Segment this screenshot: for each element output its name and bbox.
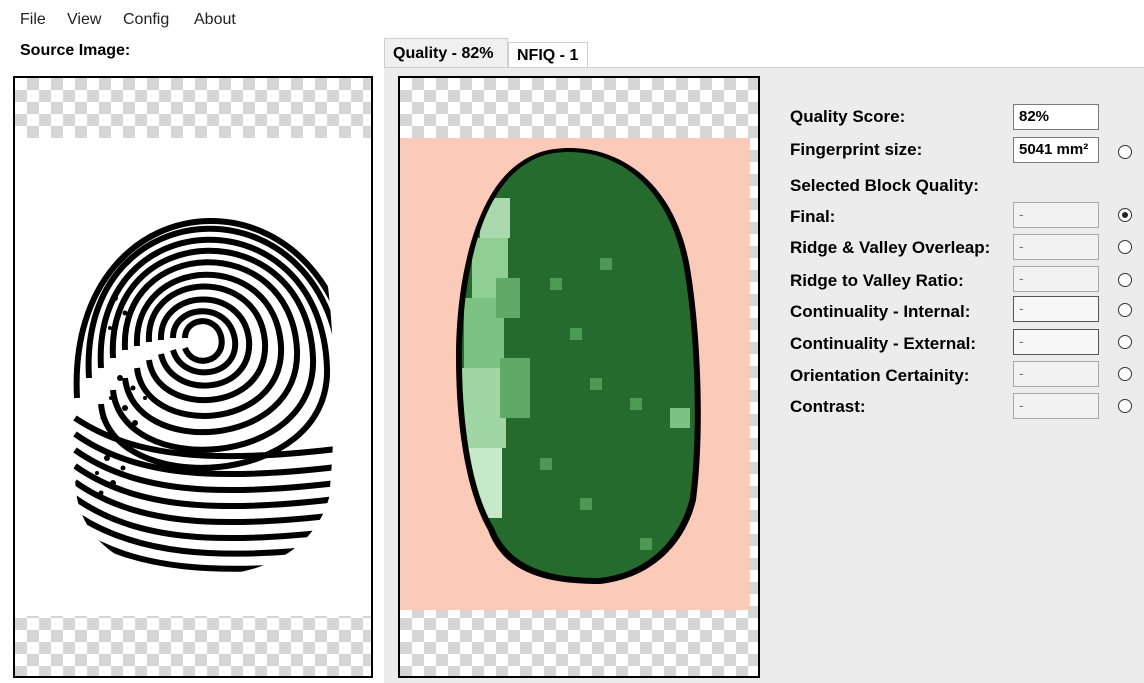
ridge-valley-ratio-field[interactable]: - bbox=[1013, 266, 1099, 292]
fingerprint-size-label: Fingerprint size: bbox=[790, 140, 923, 159]
fingerprint-image bbox=[71, 152, 335, 576]
selected-block-quality-label: Selected Block Quality: bbox=[790, 176, 979, 195]
ridge-valley-overleap-label: Ridge & Valley Overleap: bbox=[790, 238, 991, 257]
continuality-internal-radio[interactable] bbox=[1118, 303, 1132, 317]
tab-quality[interactable]: Quality - 82% bbox=[384, 38, 508, 68]
quality-score-field[interactable]: 82% bbox=[1013, 104, 1099, 130]
fingerprint-size-field[interactable]: 5041 mm² bbox=[1013, 137, 1099, 163]
orientation-certainity-radio[interactable] bbox=[1118, 367, 1132, 381]
final-label: Final: bbox=[790, 207, 836, 226]
fingerprint-size-radio[interactable] bbox=[1118, 145, 1132, 159]
ridge-valley-ratio-radio[interactable] bbox=[1118, 273, 1132, 287]
source-image-view[interactable] bbox=[13, 76, 373, 678]
continuality-internal-label: Continuality - Internal: bbox=[790, 302, 971, 321]
contrast-label: Contrast: bbox=[790, 397, 866, 416]
continuality-external-label: Continuality - External: bbox=[790, 334, 977, 353]
final-field[interactable]: - bbox=[1013, 202, 1099, 228]
menu-config[interactable]: Config bbox=[123, 11, 169, 29]
menu-file[interactable]: File bbox=[20, 11, 46, 29]
continuality-external-field[interactable]: - bbox=[1013, 329, 1099, 355]
tab-nfiq[interactable]: NFIQ - 1 bbox=[508, 42, 588, 68]
orientation-certainity-field[interactable]: - bbox=[1013, 361, 1099, 387]
quality-score-label: Quality Score: bbox=[790, 107, 906, 126]
menu-about[interactable]: About bbox=[194, 11, 236, 29]
menu-bar: File View Config About bbox=[0, 0, 1144, 40]
menu-view[interactable]: View bbox=[67, 11, 101, 29]
contrast-field[interactable]: - bbox=[1013, 393, 1099, 419]
continuality-internal-field[interactable]: - bbox=[1013, 296, 1099, 322]
ridge-valley-overleap-field[interactable]: - bbox=[1013, 234, 1099, 260]
final-radio[interactable] bbox=[1118, 208, 1132, 222]
ridge-valley-overleap-radio[interactable] bbox=[1118, 240, 1132, 254]
continuality-external-radio[interactable] bbox=[1118, 335, 1132, 349]
source-image-label: Source Image: bbox=[20, 42, 131, 59]
quality-map-image bbox=[456, 148, 701, 584]
contrast-radio[interactable] bbox=[1118, 399, 1132, 413]
quality-map-view[interactable] bbox=[398, 76, 760, 678]
orientation-certainity-label: Orientation Certainity: bbox=[790, 366, 970, 385]
ridge-valley-ratio-label: Ridge to Valley Ratio: bbox=[790, 271, 964, 290]
